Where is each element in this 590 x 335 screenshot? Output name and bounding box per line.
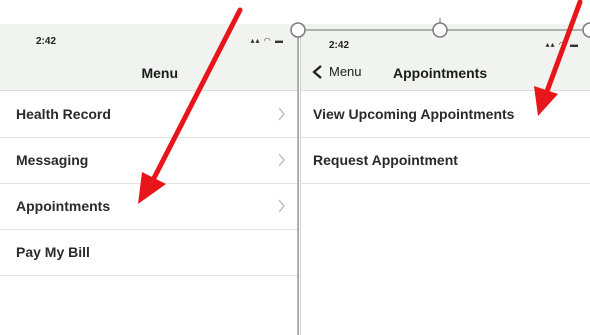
appointments-screen: 2:42 ▴▴ ◠ ▬ Menu Appointments View Upcom…: [300, 24, 590, 335]
menu-item-label: Health Record: [16, 106, 111, 122]
chevron-right-icon: [278, 107, 286, 121]
menu-item-label: Messaging: [16, 152, 89, 168]
menu-item-appointments[interactable]: Appointments: [0, 184, 298, 230]
tutorial-canvas: 2:42 ▴▴ ◠ ▬ Menu Health Record Messaging…: [0, 0, 590, 335]
chevron-right-icon: [278, 199, 286, 213]
nav-bar: Menu Appointments: [301, 54, 590, 91]
status-time: 2:42: [36, 36, 57, 47]
signal-wifi-battery-icon: ▴▴ ◠ ▬: [545, 40, 579, 49]
menu-item-request-appointment[interactable]: Request Appointment: [301, 138, 590, 184]
menu-screen: 2:42 ▴▴ ◠ ▬ Menu Health Record Messaging…: [0, 24, 299, 335]
appointments-list: View Upcoming Appointments Request Appoi…: [301, 92, 590, 184]
page-title: Appointments: [393, 65, 488, 81]
back-button[interactable]: Menu: [311, 64, 362, 79]
menu-item-pay-my-bill[interactable]: Pay My Bill: [0, 230, 298, 276]
status-time: 2:42: [329, 40, 350, 51]
menu-item-label: Pay My Bill: [16, 244, 90, 260]
back-button-label: Menu: [329, 64, 362, 79]
status-bar: 2:42 ▴▴ ◠ ▬: [0, 24, 298, 54]
menu-item-label: View Upcoming Appointments: [313, 106, 515, 122]
menu-item-label: Appointments: [16, 198, 111, 214]
page-title: Menu: [141, 65, 178, 81]
chevron-left-icon: [312, 64, 322, 79]
menu-item-label: Request Appointment: [313, 152, 458, 168]
menu-item-health-record[interactable]: Health Record: [0, 92, 298, 138]
nav-bar: Menu: [0, 54, 298, 91]
status-bar: 2:42 ▴▴ ◠ ▬: [301, 24, 590, 54]
menu-list: Health Record Messaging Appointments Pay…: [0, 92, 298, 276]
menu-item-messaging[interactable]: Messaging: [0, 138, 298, 184]
menu-item-view-upcoming-appointments[interactable]: View Upcoming Appointments: [301, 92, 590, 138]
signal-wifi-battery-icon: ▴▴ ◠ ▬: [250, 36, 284, 45]
chevron-right-icon: [278, 153, 286, 167]
